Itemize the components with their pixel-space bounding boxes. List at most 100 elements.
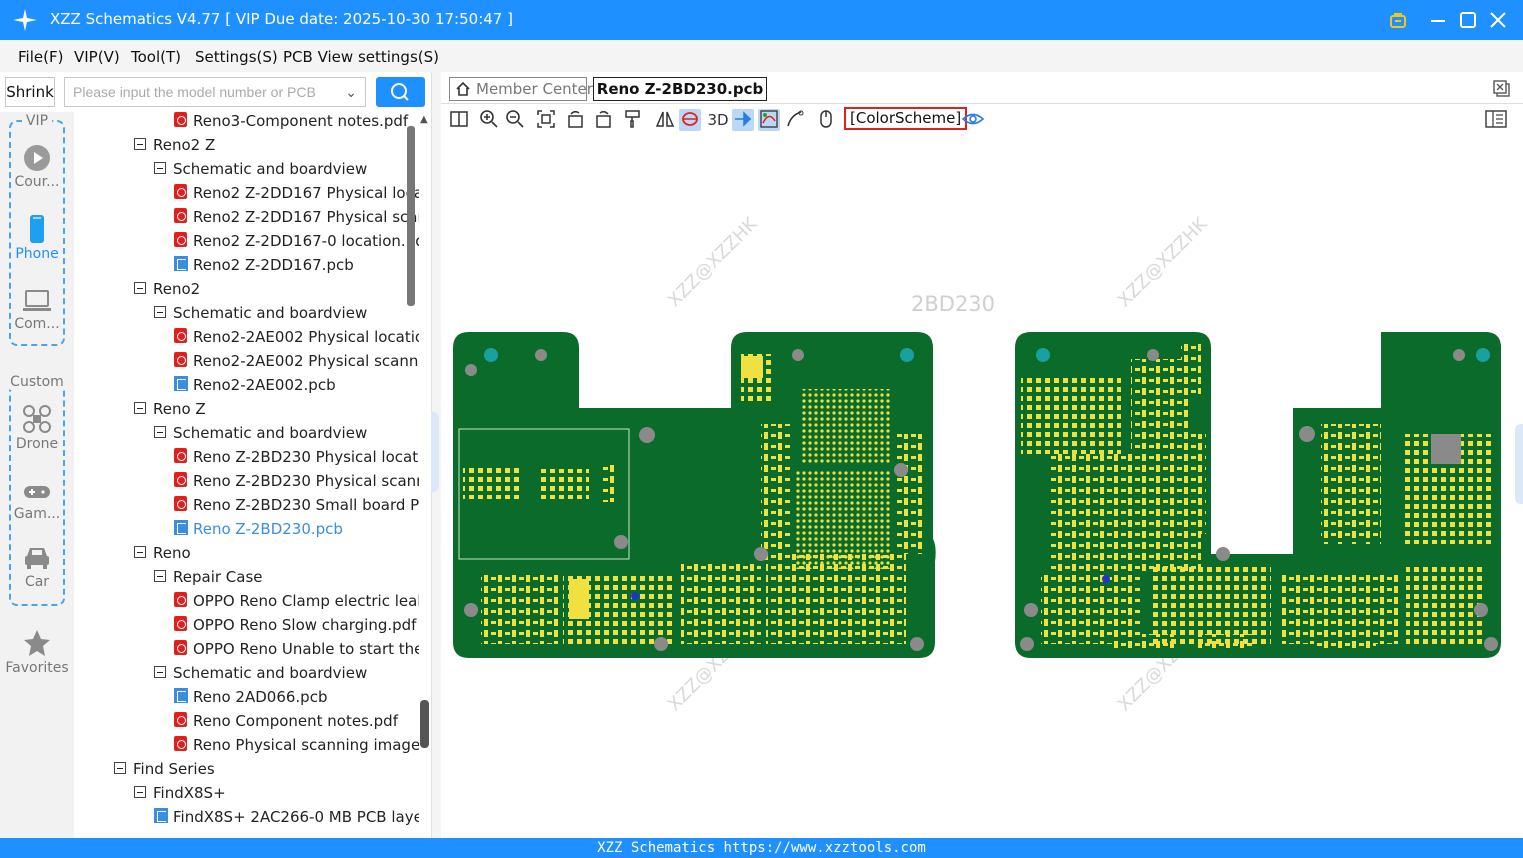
pcb-file-icon[interactable]	[174, 256, 188, 271]
sidebar-item-car[interactable]: Car	[0, 544, 74, 590]
mirror-icon[interactable]	[654, 109, 676, 131]
pcb-board-bottom[interactable]	[1015, 332, 1501, 658]
zoom-in-icon[interactable]	[478, 109, 500, 131]
pcb-file-icon[interactable]	[174, 688, 188, 703]
rotate-left-icon[interactable]	[565, 109, 587, 131]
tree-file[interactable]: OPPO Reno Clamp electric leak	[174, 590, 419, 614]
mouse-mode-icon[interactable]	[815, 109, 837, 131]
collapse-icon[interactable]	[154, 161, 166, 174]
3d-view-button[interactable]: 3D	[705, 109, 731, 131]
menu-file[interactable]: File(F)	[18, 48, 63, 66]
pdf-file-icon[interactable]	[174, 640, 187, 655]
sidebar-item-drone[interactable]: Drone	[0, 404, 74, 452]
zoom-out-icon[interactable]	[504, 109, 526, 131]
sidebar-item-computer[interactable]: Com...	[0, 288, 74, 332]
sidebar-item-phone[interactable]: Phone	[0, 214, 74, 262]
tree-folder[interactable]: Reno	[134, 542, 191, 566]
tree-file[interactable]: Reno2-2AE002 Physical scannin	[174, 350, 419, 374]
pdf-file-icon[interactable]	[174, 616, 187, 631]
tree-file[interactable]: Reno2 Z-2DD167.pcb	[174, 254, 354, 278]
sidebar-item-favorites[interactable]: Favorites	[0, 628, 74, 676]
search-input[interactable]: Please input the model number or PCB ⌄	[64, 77, 366, 107]
tree-folder[interactable]: FindX8S+	[134, 782, 226, 806]
tree-folder[interactable]: Reno2	[134, 278, 200, 302]
tree-file[interactable]: Reno2 Z-2DD167 Physical scanni	[174, 206, 419, 230]
tree-file[interactable]: Reno2 Z-2DD167 Physical locat	[174, 182, 419, 206]
pdf-file-icon[interactable]	[174, 208, 187, 223]
pdf-file-icon[interactable]	[174, 352, 187, 367]
pin-mode-icon[interactable]	[732, 109, 754, 131]
menu-vip[interactable]: VIP(V)	[74, 48, 120, 66]
pcb-file-icon[interactable]	[174, 520, 188, 535]
scroll-up-icon[interactable]: ▲	[420, 114, 428, 125]
search-button[interactable]	[376, 77, 425, 107]
tab-member-center[interactable]: Member Center	[449, 77, 593, 101]
tree-file[interactable]: Reno Physical scanning image.p	[174, 734, 419, 758]
tree-file[interactable]: Reno Z-2BD230.pcb	[174, 518, 343, 542]
collapse-icon[interactable]	[154, 665, 166, 678]
close-button[interactable]	[1486, 8, 1510, 32]
tree-file[interactable]: FindX8S+ 2AC266-0 MB PCB layer.	[154, 806, 419, 830]
tree-folder[interactable]: Schematic and boardview	[154, 662, 367, 686]
collapse-icon[interactable]	[134, 401, 146, 414]
collapse-icon[interactable]	[154, 305, 166, 318]
collapse-icon[interactable]	[134, 545, 146, 558]
rotate-right-icon[interactable]	[592, 109, 614, 131]
tree-file[interactable]: Reno2-2AE002 Physical locatior	[174, 326, 419, 350]
panel-splitter[interactable]	[431, 72, 441, 838]
tree-file[interactable]: Reno Z-2BD230 Small board Ph	[174, 494, 419, 518]
close-all-tabs-icon[interactable]	[1493, 80, 1511, 98]
pdf-file-icon[interactable]	[174, 472, 187, 487]
tree-folder[interactable]: Schematic and boardview	[154, 302, 367, 326]
shrink-button[interactable]: Shrink	[5, 77, 55, 107]
collapse-icon[interactable]	[134, 137, 146, 150]
eye-icon[interactable]	[961, 109, 985, 131]
collapse-icon[interactable]	[134, 785, 146, 798]
tree-file[interactable]: Reno2-2AE002.pcb	[174, 374, 336, 398]
collapse-icon[interactable]	[134, 281, 146, 294]
menu-tool[interactable]: Tool(T)	[131, 48, 181, 66]
tree-folder[interactable]: Reno Z	[134, 398, 206, 422]
fit-view-icon[interactable]	[535, 109, 557, 131]
sidebar-item-courses[interactable]: Cour...	[0, 144, 74, 190]
tree-file[interactable]: Reno2 Z-2DD167-0 location.pd	[174, 230, 419, 254]
pdf-file-icon[interactable]	[174, 448, 187, 463]
color-scheme-button[interactable]: [ColorScheme]	[844, 107, 968, 130]
pcb-canvas[interactable]: XZZ@XZZHK XZZ@XZZHK XZZ@XZZHK XZZ@XZZHK …	[441, 134, 1523, 838]
net-highlight-icon[interactable]	[758, 109, 780, 131]
menu-pcb-view-settings[interactable]: PCB View settings(S)	[283, 48, 439, 66]
tree-folder[interactable]: Reno2 Z	[134, 134, 215, 158]
pdf-file-icon[interactable]	[174, 328, 187, 343]
sidebar-item-game[interactable]: Gam...	[0, 480, 74, 522]
pdf-file-icon[interactable]	[174, 496, 187, 511]
tree-file[interactable]: Reno Z-2BD230 Physical scanni	[174, 470, 419, 494]
trace-tool-icon[interactable]	[784, 109, 806, 131]
pdf-file-icon[interactable]	[174, 232, 187, 247]
tree-folder[interactable]: Find Series	[114, 758, 215, 782]
pdf-file-icon[interactable]	[174, 592, 187, 607]
chevron-down-icon[interactable]: ⌄	[345, 78, 357, 106]
pcb-board-top[interactable]	[453, 332, 936, 658]
tree-file[interactable]: Reno 2AD066.pcb	[174, 686, 327, 710]
tree-file[interactable]: OPPO Reno Slow charging.pdf	[174, 614, 416, 638]
tree-scrollbar[interactable]: ▲	[407, 112, 431, 838]
tree-file[interactable]: Reno Z-2BD230 Physical locatic	[174, 446, 419, 470]
tree-file[interactable]: Reno Component notes.pdf	[174, 710, 398, 734]
tree-scroll-thumb-horizontal[interactable]	[407, 126, 415, 306]
tree-file[interactable]: OPPO Reno Unable to start the	[174, 638, 419, 662]
pcb-file-icon[interactable]	[174, 376, 188, 391]
minimize-button[interactable]	[1426, 8, 1450, 32]
collapse-icon[interactable]	[154, 569, 166, 582]
pdf-file-icon[interactable]	[174, 736, 187, 751]
tree-folder[interactable]: Schematic and boardview	[154, 158, 367, 182]
pdf-file-icon[interactable]	[174, 712, 187, 727]
pdf-file-icon[interactable]	[174, 184, 187, 199]
paint-roller-icon[interactable]	[622, 109, 644, 131]
pdf-file-icon[interactable]	[174, 112, 187, 127]
tree-folder[interactable]: Schematic and boardview	[154, 422, 367, 446]
flip-board-icon[interactable]	[679, 109, 701, 131]
collapse-icon[interactable]	[154, 425, 166, 438]
pcb-file-icon[interactable]	[154, 808, 168, 823]
tree-file[interactable]: Reno3-Component notes.pdf	[174, 112, 408, 134]
collapse-icon[interactable]	[114, 761, 126, 774]
